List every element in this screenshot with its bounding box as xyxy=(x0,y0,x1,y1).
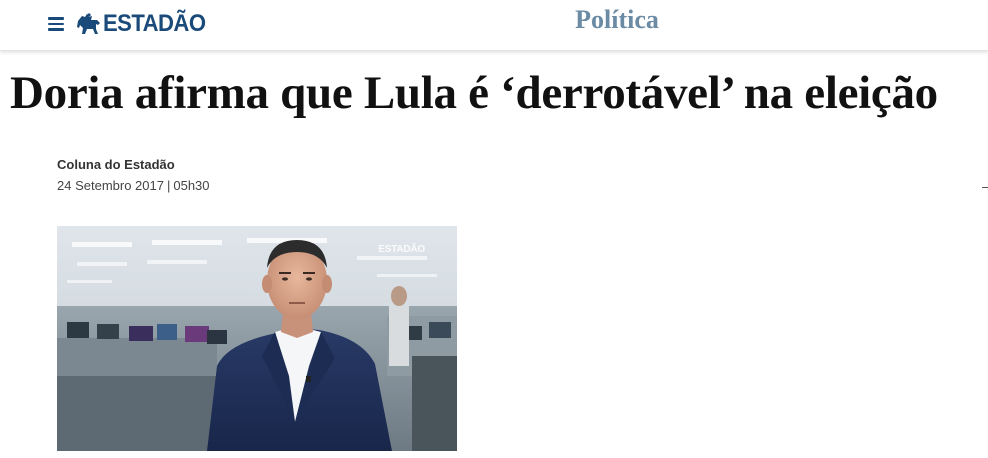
photo-illustration xyxy=(57,226,457,451)
divider-mark xyxy=(982,187,988,188)
article-photo[interactable]: ESTADÃO xyxy=(57,226,457,451)
article-date: 24 Setembro 2017 xyxy=(57,178,164,193)
photo-watermark: ESTADÃO xyxy=(378,244,425,255)
article-author[interactable]: Coluna do Estadão xyxy=(57,157,175,172)
article-headline: Doria afirma que Lula é ‘derrotável’ na … xyxy=(10,67,938,119)
article-time: 05h30 xyxy=(173,178,210,193)
date-separator: | xyxy=(166,178,171,193)
section-title[interactable]: Política xyxy=(0,5,988,35)
article-dateline: 24 Setembro 2017 | 05h30 xyxy=(57,178,210,193)
top-navigation-bar: ESTADÃO Política xyxy=(0,0,988,51)
